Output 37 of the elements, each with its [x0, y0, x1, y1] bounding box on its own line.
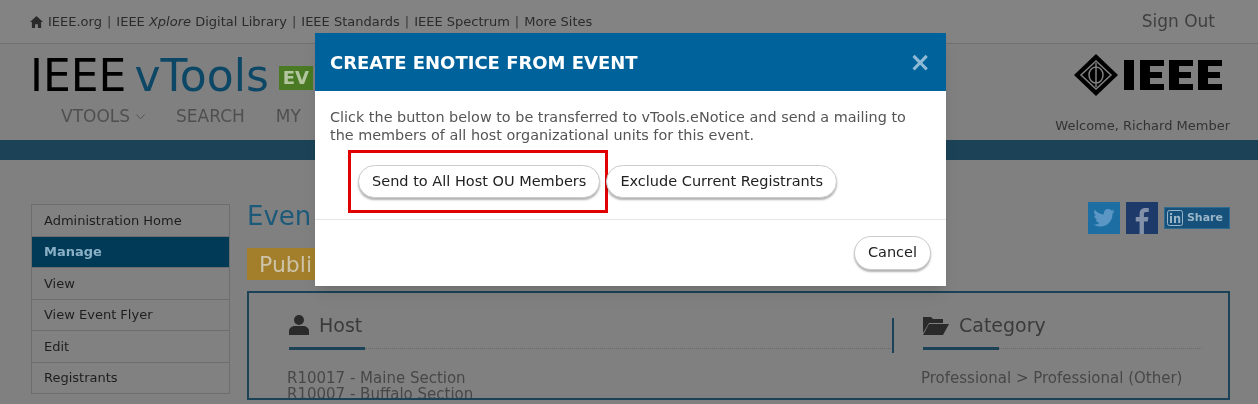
folder-icon — [923, 315, 949, 335]
linkedin-share-button[interactable]: Share — [1163, 207, 1230, 229]
separator: | — [106, 12, 112, 31]
separator: | — [514, 12, 520, 31]
product-title: vTools — [134, 54, 269, 98]
top-link[interactable]: IEEE Spectrum — [414, 11, 510, 32]
sidebar-item[interactable]: Administration Home — [31, 205, 230, 237]
section-text: R10017 - Maine Section — [287, 370, 467, 386]
top-link[interactable]: IEEE Xplore Digital Library — [116, 11, 287, 32]
facebook-icon[interactable] — [1125, 202, 1158, 234]
action-button[interactable]: Send to All Host OU Members — [358, 165, 601, 198]
cancel-button[interactable]: Cancel — [853, 236, 931, 270]
sidebar-item[interactable]: View — [31, 268, 230, 300]
sign-out-link[interactable]: Sign Out — [1141, 8, 1215, 35]
home-icon[interactable] — [30, 15, 43, 28]
separator: | — [291, 12, 297, 31]
separator: | — [404, 12, 410, 31]
sidebar-item[interactable]: View Event Flyer — [31, 299, 230, 331]
section-heading: Category — [959, 312, 1046, 338]
sidebar-item[interactable]: Registrants — [31, 362, 230, 394]
sidebar-item[interactable]: Manage — [31, 236, 230, 268]
dialog-message: Click the button below to be transferred to vTools.eNotice and send a mailing to the members of all host organizational units for this event. — [329, 108, 907, 144]
person-icon — [289, 315, 309, 335]
section-heading: Host — [319, 312, 363, 338]
section-text: Professional > Professional (Other) — [921, 370, 1184, 386]
linkedin-icon — [1166, 210, 1183, 226]
top-link[interactable]: IEEE.org — [48, 11, 102, 32]
site-title: IEEE — [30, 54, 127, 98]
action-button[interactable]: Exclude Current Registrants — [606, 165, 837, 198]
page-title: Even — [247, 199, 312, 233]
sidebar-item[interactable]: Edit — [31, 331, 230, 363]
dialog-title: CREATE ENOTICE FROM EVENT — [330, 50, 638, 75]
welcome-text: Welcome, Richard Member — [1055, 117, 1230, 135]
close-button[interactable]: × — [909, 49, 931, 75]
top-link[interactable]: IEEE Standards — [301, 11, 400, 32]
badge: EV — [278, 66, 314, 90]
top-link[interactable]: More Sites — [524, 11, 593, 32]
